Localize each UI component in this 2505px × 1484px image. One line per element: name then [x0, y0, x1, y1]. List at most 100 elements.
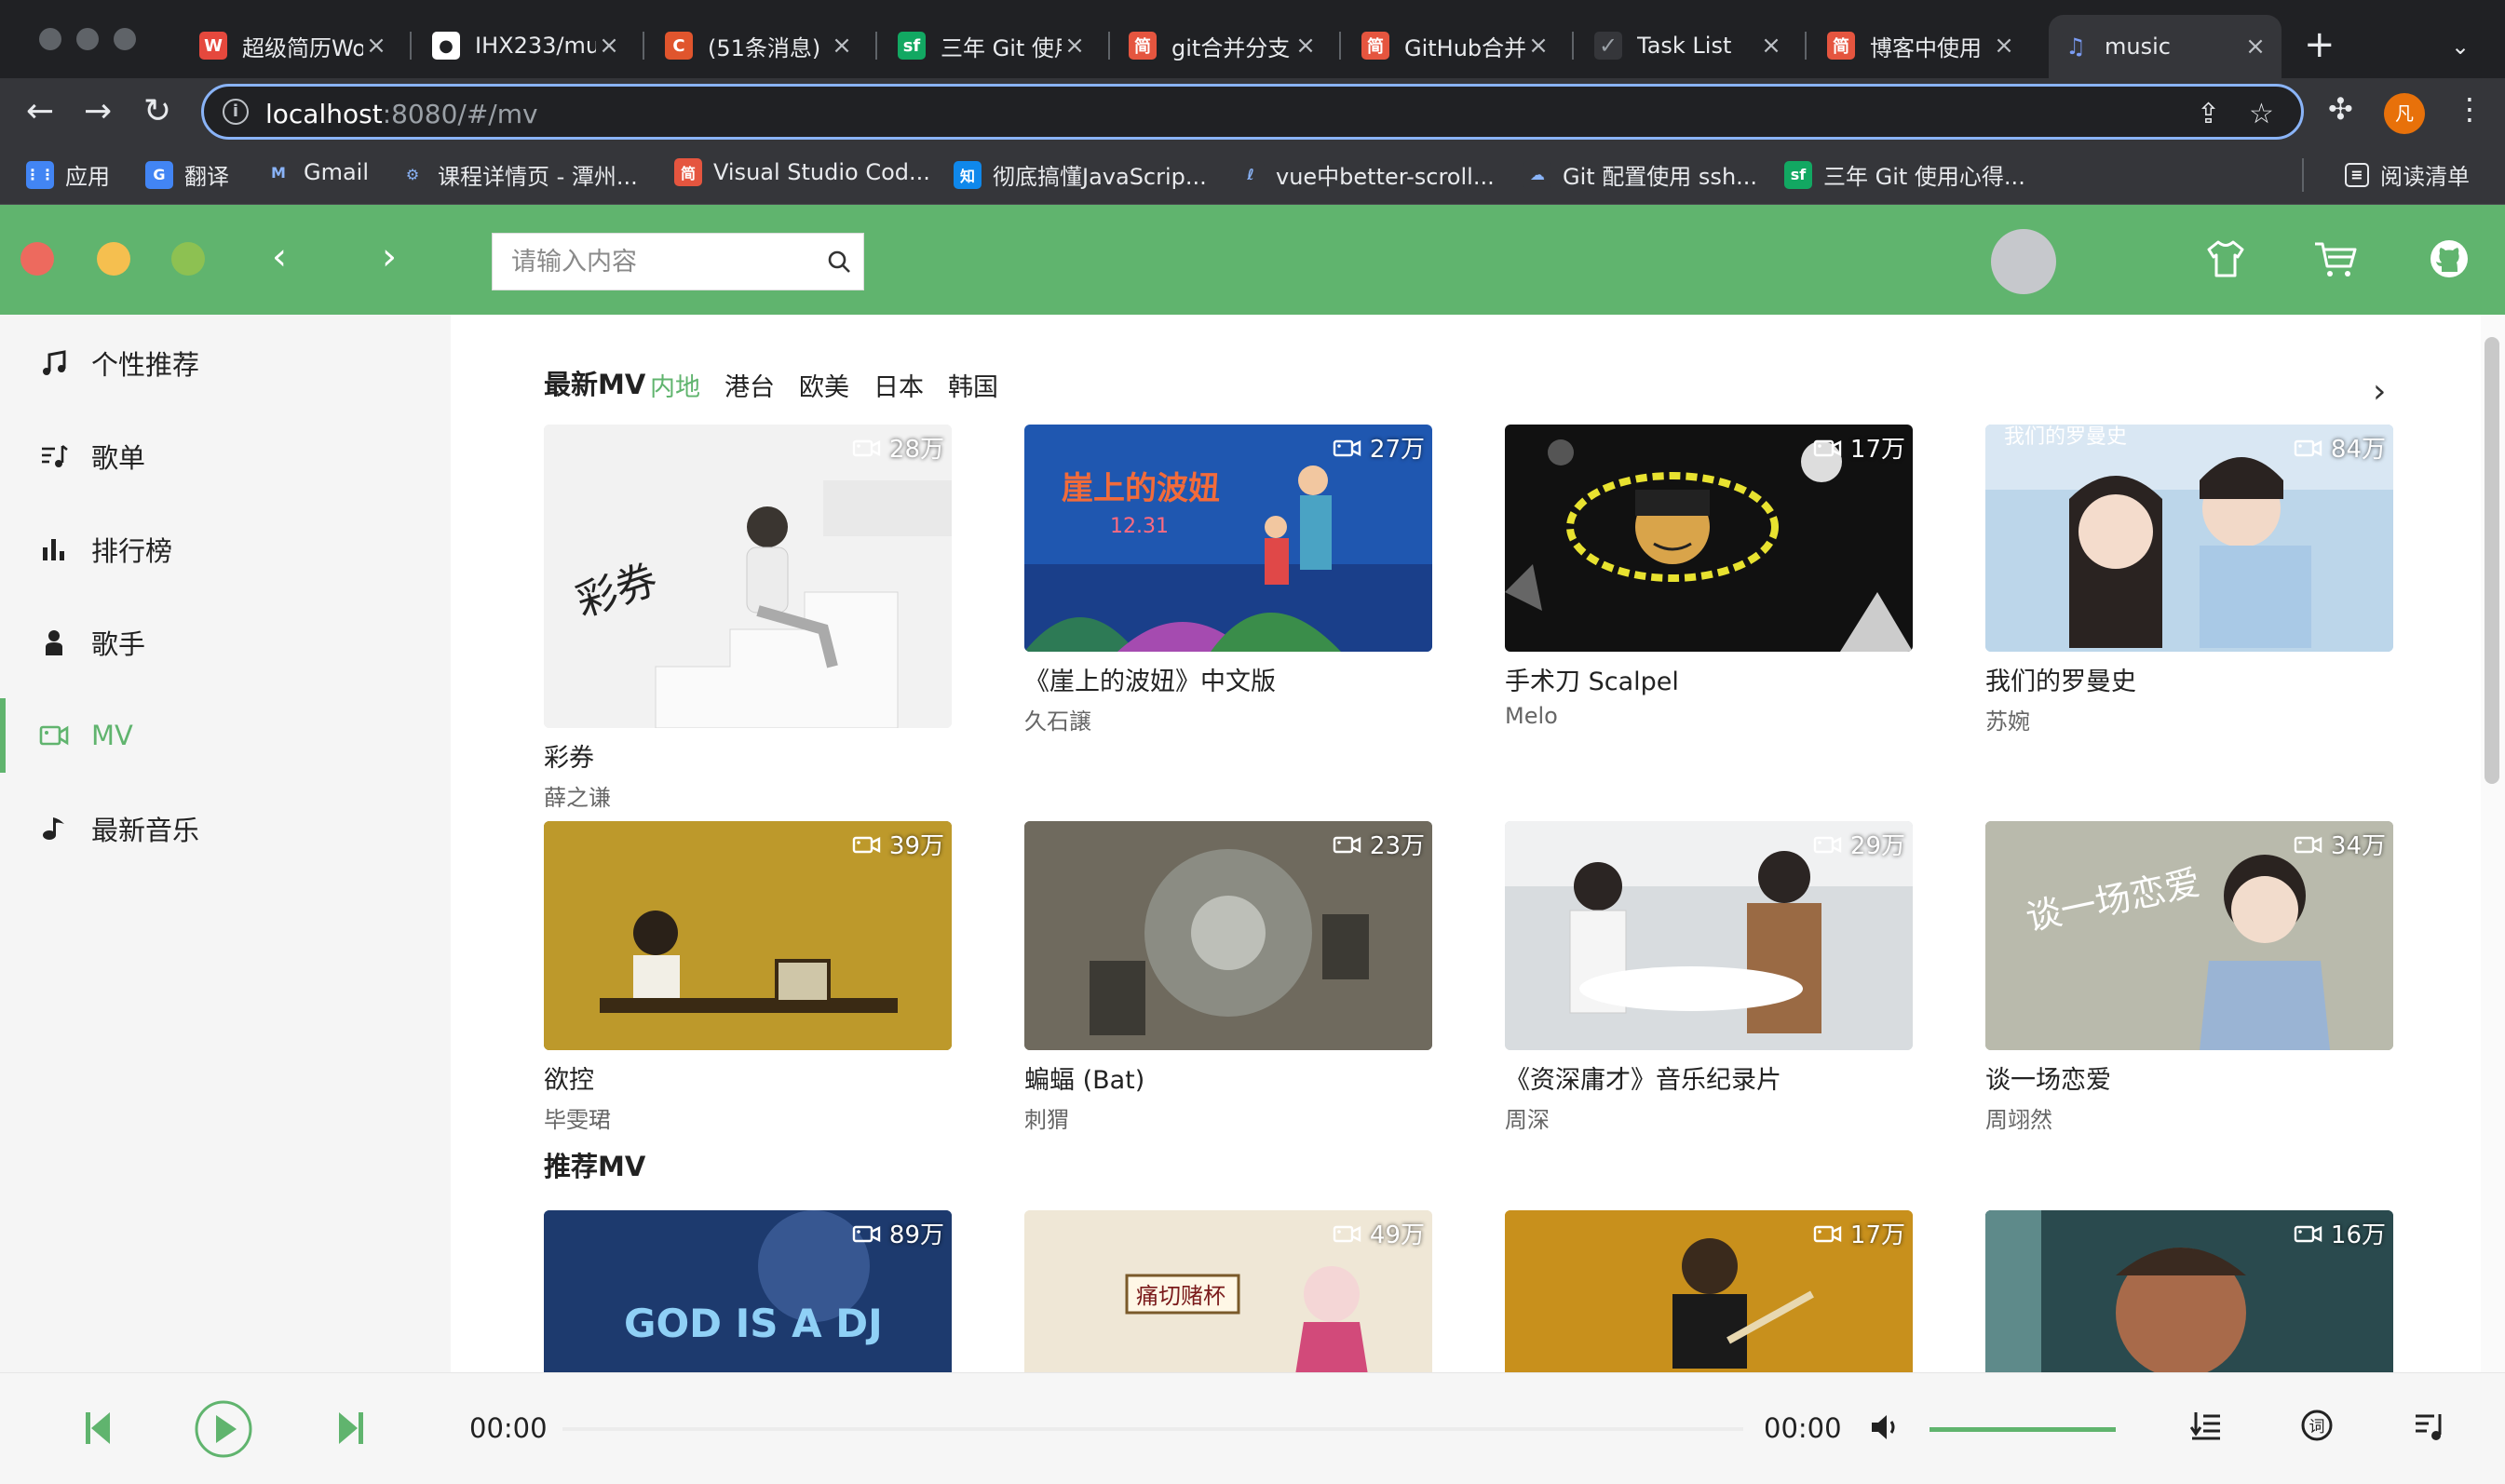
mv-name[interactable]: 蝙蝠 (Bat) — [1024, 1059, 1432, 1096]
tab-close-icon[interactable]: × — [829, 32, 855, 60]
tab-close-icon[interactable]: × — [2242, 33, 2268, 61]
lyrics-icon[interactable]: 词 — [2300, 1409, 2334, 1442]
mv-name[interactable]: 手术刀 Scalpel — [1505, 661, 1913, 697]
window-zoom-dot[interactable] — [114, 28, 136, 50]
mv-artist[interactable]: 周翊然 — [1985, 1101, 2393, 1134]
browser-tab[interactable]: W 超级简历WonderCV× — [186, 20, 402, 71]
bookmark-item[interactable]: 知彻底搞懂JavaScrip... — [954, 158, 1207, 191]
mv-card[interactable]: 谈一场恋爱 34万 谈一场恋爱 周翊然 — [1985, 821, 2393, 1134]
sidebar-item[interactable]: 个性推荐 — [0, 326, 451, 400]
area-filter-tab[interactable]: 日本 — [873, 367, 924, 403]
previous-track-icon[interactable] — [84, 1409, 112, 1448]
search-input[interactable] — [511, 243, 809, 280]
tab-search-chevron-icon[interactable]: ⌄ — [2451, 34, 2470, 60]
forward-arrow-icon[interactable]: → — [84, 93, 112, 130]
tab-close-icon[interactable]: × — [1293, 32, 1319, 60]
browser-tab[interactable]: 简 git合并分支 × — [1116, 20, 1332, 71]
app-close-dot[interactable] — [20, 242, 54, 276]
browser-tab[interactable]: 简博客中使用 × — [1814, 20, 2030, 71]
area-filter-tab[interactable]: 欧美 — [799, 367, 849, 403]
mv-artist[interactable]: 毕雯珺 — [544, 1101, 952, 1134]
app-back-icon[interactable]: ‹ — [272, 238, 287, 276]
reload-icon[interactable]: ↻ — [143, 93, 171, 130]
bookmark-item[interactable]: sf 三年 Git 使用心得... — [1784, 158, 2025, 191]
mv-artist[interactable]: 薛之谦 — [544, 779, 952, 812]
bookmark-item[interactable]: G 翻译 — [145, 158, 229, 191]
mv-thumbnail[interactable]: 23万 — [1024, 821, 1432, 1050]
app-minimize-dot[interactable] — [97, 242, 130, 276]
mv-name[interactable]: 我们的罗曼史 — [1985, 661, 2393, 697]
address-bar[interactable]: i localhost:8080/#/mv ⇪ ☆ — [201, 84, 2304, 140]
mv-thumbnail[interactable]: 我们的罗曼史 84万 — [1985, 425, 2393, 652]
tab-close-icon[interactable]: × — [1758, 32, 1784, 60]
mv-card[interactable]: GOD IS A DJ 89万 — [544, 1210, 952, 1372]
browser-menu-icon[interactable]: ⋮ — [2455, 91, 2485, 127]
mv-artist[interactable]: Melo — [1505, 703, 1913, 729]
browser-tab[interactable]: ♫ music × — [2049, 15, 2282, 78]
main-scrollbar[interactable] — [2481, 315, 2505, 1372]
browser-tab[interactable]: sf 三年 Git 使用× — [885, 20, 1101, 71]
browser-tab[interactable]: 简 GitHub合并 × — [1348, 20, 1564, 71]
mv-name[interactable]: 《崖上的波妞》中文版 — [1024, 661, 1432, 697]
mv-thumbnail[interactable]: 17万 — [1505, 1210, 1913, 1372]
volume-icon[interactable] — [1870, 1412, 1902, 1442]
browser-tab[interactable]: C (51条消息) × — [652, 20, 868, 71]
bookmark-item[interactable]: ℓ vue中better-scroll... — [1237, 158, 1495, 191]
sidebar-item[interactable]: 排行榜 — [0, 512, 451, 587]
mv-card[interactable]: 17万 — [1505, 1210, 1913, 1372]
bookmark-item[interactable]: ⋮⋮ 应用 — [25, 158, 110, 191]
mv-thumbnail[interactable]: 崖上的波妞 12.31 27万 — [1024, 425, 1432, 652]
mv-card[interactable]: 崖上的波妞 12.31 27万 《崖上的波妞》中文版 久石譲 — [1024, 425, 1432, 735]
extensions-puzzle-icon[interactable]: ✣ — [2328, 91, 2353, 127]
mv-thumbnail[interactable]: 39万 — [544, 821, 952, 1050]
profile-avatar[interactable]: 凡 — [2384, 93, 2425, 134]
app-maximize-dot[interactable] — [171, 242, 205, 276]
tab-close-icon[interactable]: × — [1525, 32, 1551, 60]
sidebar-item[interactable]: MV — [0, 698, 451, 773]
app-forward-icon[interactable]: › — [382, 238, 397, 276]
skin-tshirt-icon[interactable] — [2205, 238, 2246, 279]
mv-name[interactable]: 欲控 — [544, 1059, 952, 1096]
reading-list-button[interactable]: ≡ 阅读清单 — [2345, 158, 2470, 191]
github-icon[interactable] — [2429, 238, 2470, 279]
bookmark-star-icon[interactable]: ☆ — [2249, 98, 2274, 130]
mv-card[interactable]: 痛切赌杯 49万 — [1024, 1210, 1432, 1372]
share-icon[interactable]: ⇪ — [2197, 98, 2220, 130]
mv-card[interactable]: 我们的罗曼史 84万 我们的罗曼史 苏婉 — [1985, 425, 2393, 735]
mv-thumbnail[interactable]: 29万 — [1505, 821, 1913, 1050]
tab-close-icon[interactable]: × — [596, 32, 622, 60]
mv-artist[interactable]: 周深 — [1505, 1101, 1913, 1134]
scrollbar-thumb[interactable] — [2485, 337, 2499, 784]
play-order-icon[interactable] — [2190, 1410, 2222, 1442]
mv-name[interactable]: 谈一场恋爱 — [1985, 1059, 2393, 1096]
mv-thumbnail[interactable]: 谈一场恋爱 34万 — [1985, 821, 2393, 1050]
back-arrow-icon[interactable]: ← — [26, 93, 54, 130]
sidebar-item[interactable]: 最新音乐 — [0, 791, 451, 866]
mv-name[interactable]: 《资深庸才》音乐纪录片 — [1505, 1059, 1913, 1096]
bookmark-item[interactable]: ☁ Git 配置使用 ssh... — [1523, 158, 1757, 191]
mv-card[interactable]: 彩券 28万 彩券 薛之谦 — [544, 425, 952, 812]
mv-card[interactable]: 29万 《资深庸才》音乐纪录片 周深 — [1505, 821, 1913, 1134]
browser-tab[interactable]: ✓ Task List × — [1581, 20, 1797, 71]
tab-close-icon[interactable]: × — [1062, 32, 1088, 60]
mv-name[interactable]: 彩券 — [544, 737, 952, 774]
area-filter-tab[interactable]: 韩国 — [948, 367, 998, 403]
play-button-icon[interactable] — [194, 1399, 253, 1459]
bookmark-item[interactable]: M Gmail — [264, 158, 369, 186]
user-avatar[interactable] — [1991, 229, 2056, 294]
mv-thumbnail[interactable]: 痛切赌杯 49万 — [1024, 1210, 1432, 1372]
mv-artist[interactable]: 刺猬 — [1024, 1101, 1432, 1134]
mv-card[interactable]: 16万 — [1985, 1210, 2393, 1372]
site-info-icon[interactable]: i — [223, 99, 249, 125]
new-tab-button[interactable]: + — [2304, 26, 2336, 63]
bookmark-item[interactable]: 简 Visual Studio Cod... — [674, 158, 930, 186]
search-icon[interactable] — [826, 249, 852, 275]
sidebar-item[interactable]: 歌手 — [0, 605, 451, 680]
window-minimize-dot[interactable] — [76, 28, 99, 50]
mv-card[interactable]: 23万 蝙蝠 (Bat) 刺猬 — [1024, 821, 1432, 1134]
tab-close-icon[interactable]: × — [1991, 32, 2017, 60]
mv-card[interactable]: 17万 手术刀 Scalpel Melo — [1505, 425, 1913, 729]
mv-thumbnail[interactable]: GOD IS A DJ 89万 — [544, 1210, 952, 1372]
bookmark-item[interactable]: ⚙ 课程详情页 - 潭州... — [399, 158, 638, 191]
mv-card[interactable]: 39万 欲控 毕雯珺 — [544, 821, 952, 1134]
